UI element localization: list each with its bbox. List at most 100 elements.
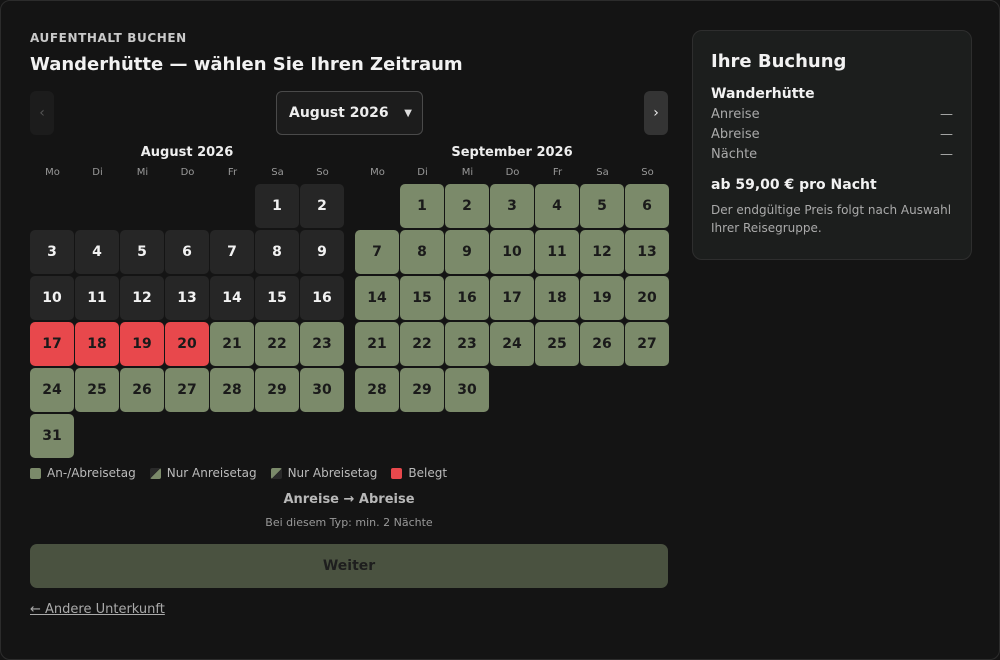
day-cell-past: 10	[30, 276, 74, 320]
weekday-label: Mi	[136, 167, 149, 178]
day-cell-avail[interactable]: 20	[625, 276, 669, 320]
back-link[interactable]: ← Andere Unterkunft	[30, 602, 165, 617]
day-cell-avail[interactable]: 2	[445, 184, 489, 228]
day-cell-avail[interactable]: 7	[355, 230, 399, 274]
day-cell-avail[interactable]: 24	[30, 368, 74, 412]
weekday-label: Mo	[45, 167, 60, 178]
day-cell-avail[interactable]: 25	[535, 322, 579, 366]
day-cell-avail[interactable]: 13	[625, 230, 669, 274]
weekday-label: Mi	[461, 167, 474, 178]
legend-label: Belegt	[408, 466, 448, 480]
day-cell-past: 3	[30, 230, 74, 274]
day-cell-avail[interactable]: 4	[535, 184, 579, 228]
weekday-label: Di	[92, 167, 103, 178]
weekday-label: Sa	[596, 167, 609, 178]
day-cell-past: 16	[300, 276, 344, 320]
day-cell-avail[interactable]: 27	[625, 322, 669, 366]
day-cell-avail[interactable]: 11	[535, 230, 579, 274]
legend-label: Nur Anreisetag	[166, 466, 257, 480]
day-cell-past: 2	[300, 184, 344, 228]
legend-item-both: An-/Abreisetag	[30, 466, 136, 480]
summary-property: Wanderhütte	[711, 86, 815, 102]
day-cell-avail[interactable]: 6	[625, 184, 669, 228]
weekday-label: Do	[180, 167, 195, 178]
empty-cell	[165, 184, 209, 228]
section-kicker: AUFENTHALT BUCHEN	[30, 31, 187, 45]
weekday-label: So	[316, 167, 329, 178]
month-select-value: August 2026	[289, 105, 389, 121]
day-cell-avail[interactable]: 16	[445, 276, 489, 320]
day-cell-past: 4	[75, 230, 119, 274]
legend-label: Nur Abreisetag	[287, 466, 378, 480]
day-cell-avail[interactable]: 21	[210, 322, 254, 366]
day-cell-avail[interactable]: 5	[580, 184, 624, 228]
summary-row-departure: Abreise —	[711, 127, 953, 142]
weekday-label: Sa	[271, 167, 284, 178]
chevron-left-icon: ‹	[39, 105, 45, 121]
day-cell-past: 9	[300, 230, 344, 274]
weekday-label: Mo	[370, 167, 385, 178]
day-cell-avail[interactable]: 10	[490, 230, 534, 274]
day-cell-avail[interactable]: 12	[580, 230, 624, 274]
empty-cell	[30, 184, 74, 228]
day-cell-avail[interactable]: 28	[210, 368, 254, 412]
day-cell-avail[interactable]: 9	[445, 230, 489, 274]
weekday-label: Fr	[552, 167, 563, 178]
day-cell-avail[interactable]: 3	[490, 184, 534, 228]
day-cell-avail[interactable]: 23	[445, 322, 489, 366]
day-cell-avail[interactable]: 22	[400, 322, 444, 366]
page-title: Wanderhütte — wählen Sie Ihren Zeitraum	[30, 54, 463, 75]
day-cell-avail[interactable]: 28	[355, 368, 399, 412]
summary-row-arrival: Anreise —	[711, 107, 953, 122]
day-cell-avail[interactable]: 17	[490, 276, 534, 320]
day-cell-avail[interactable]: 14	[355, 276, 399, 320]
legend-item-occupied: Belegt	[391, 466, 447, 480]
selected-range: Anreise → Abreise	[283, 492, 415, 507]
prev-month-button[interactable]: ‹	[30, 91, 54, 135]
day-cell-past: 12	[120, 276, 164, 320]
weekday-label: Di	[417, 167, 428, 178]
day-cell-avail[interactable]: 26	[580, 322, 624, 366]
empty-cell	[355, 184, 399, 228]
day-cell-avail[interactable]: 22	[255, 322, 299, 366]
calendar-month-title: September 2026	[451, 145, 573, 160]
day-cell-avail[interactable]: 8	[400, 230, 444, 274]
day-cell-avail[interactable]: 23	[300, 322, 344, 366]
day-cell-avail[interactable]: 26	[120, 368, 164, 412]
legend-item-departure: Nur Abreisetag	[270, 466, 378, 480]
day-cell-past: 7	[210, 230, 254, 274]
weekday-label: Do	[505, 167, 520, 178]
weekday-label: So	[641, 167, 654, 178]
empty-cell	[210, 184, 254, 228]
chevron-down-icon: ▼	[404, 107, 412, 119]
day-cell-avail[interactable]: 30	[445, 368, 489, 412]
day-cell-avail[interactable]: 31	[30, 414, 74, 458]
day-cell-avail[interactable]: 15	[400, 276, 444, 320]
day-cell-past: 15	[255, 276, 299, 320]
summary-label: Anreise	[711, 107, 760, 122]
day-cell-past: 13	[165, 276, 209, 320]
day-cell-booked: 19	[120, 322, 164, 366]
day-cell-avail[interactable]: 21	[355, 322, 399, 366]
legend-item-arrival: Nur Anreisetag	[149, 466, 257, 480]
day-cell-avail[interactable]: 24	[490, 322, 534, 366]
weekday-header: Mo Di Mi Do Fr Sa So	[30, 167, 344, 181]
day-cell-avail[interactable]: 27	[165, 368, 209, 412]
day-cell-avail[interactable]: 19	[580, 276, 624, 320]
calendar-legend: An-/Abreisetag Nur Anreisetag Nur Abreis…	[30, 466, 461, 480]
day-cell-avail[interactable]: 1	[400, 184, 444, 228]
calendar-august: August 2026 Mo Di Mi Do Fr Sa So 1234567…	[30, 145, 344, 458]
empty-cell	[75, 184, 119, 228]
day-cell-avail[interactable]: 29	[255, 368, 299, 412]
continue-button[interactable]: Weiter	[30, 544, 668, 588]
day-cell-avail[interactable]: 29	[400, 368, 444, 412]
min-nights-hint: Bei diesem Typ: min. 2 Nächte	[265, 516, 433, 529]
summary-value: —	[940, 107, 953, 122]
day-cell-avail[interactable]: 25	[75, 368, 119, 412]
day-cell-avail[interactable]: 30	[300, 368, 344, 412]
next-month-button[interactable]: ›	[644, 91, 668, 135]
weekday-label: Fr	[227, 167, 238, 178]
month-select[interactable]: August 2026 ▼	[276, 91, 423, 135]
booking-summary-panel: Ihre Buchung Wanderhütte Anreise — Abrei…	[692, 30, 972, 260]
day-cell-avail[interactable]: 18	[535, 276, 579, 320]
